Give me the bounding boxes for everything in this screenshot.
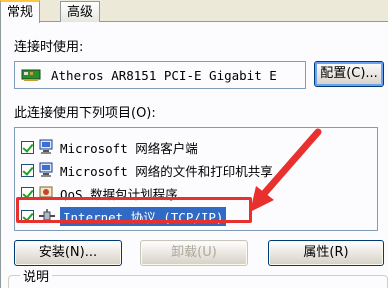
properties-button[interactable]: 属性(R) [268, 240, 384, 266]
install-button[interactable]: 安装(N)... [14, 240, 122, 266]
tab-general[interactable]: 常规 [0, 0, 41, 23]
description-label: 说明 [20, 270, 53, 286]
description-groupbox [8, 275, 388, 288]
uninstall-button[interactable]: 卸载(U) [140, 240, 248, 266]
